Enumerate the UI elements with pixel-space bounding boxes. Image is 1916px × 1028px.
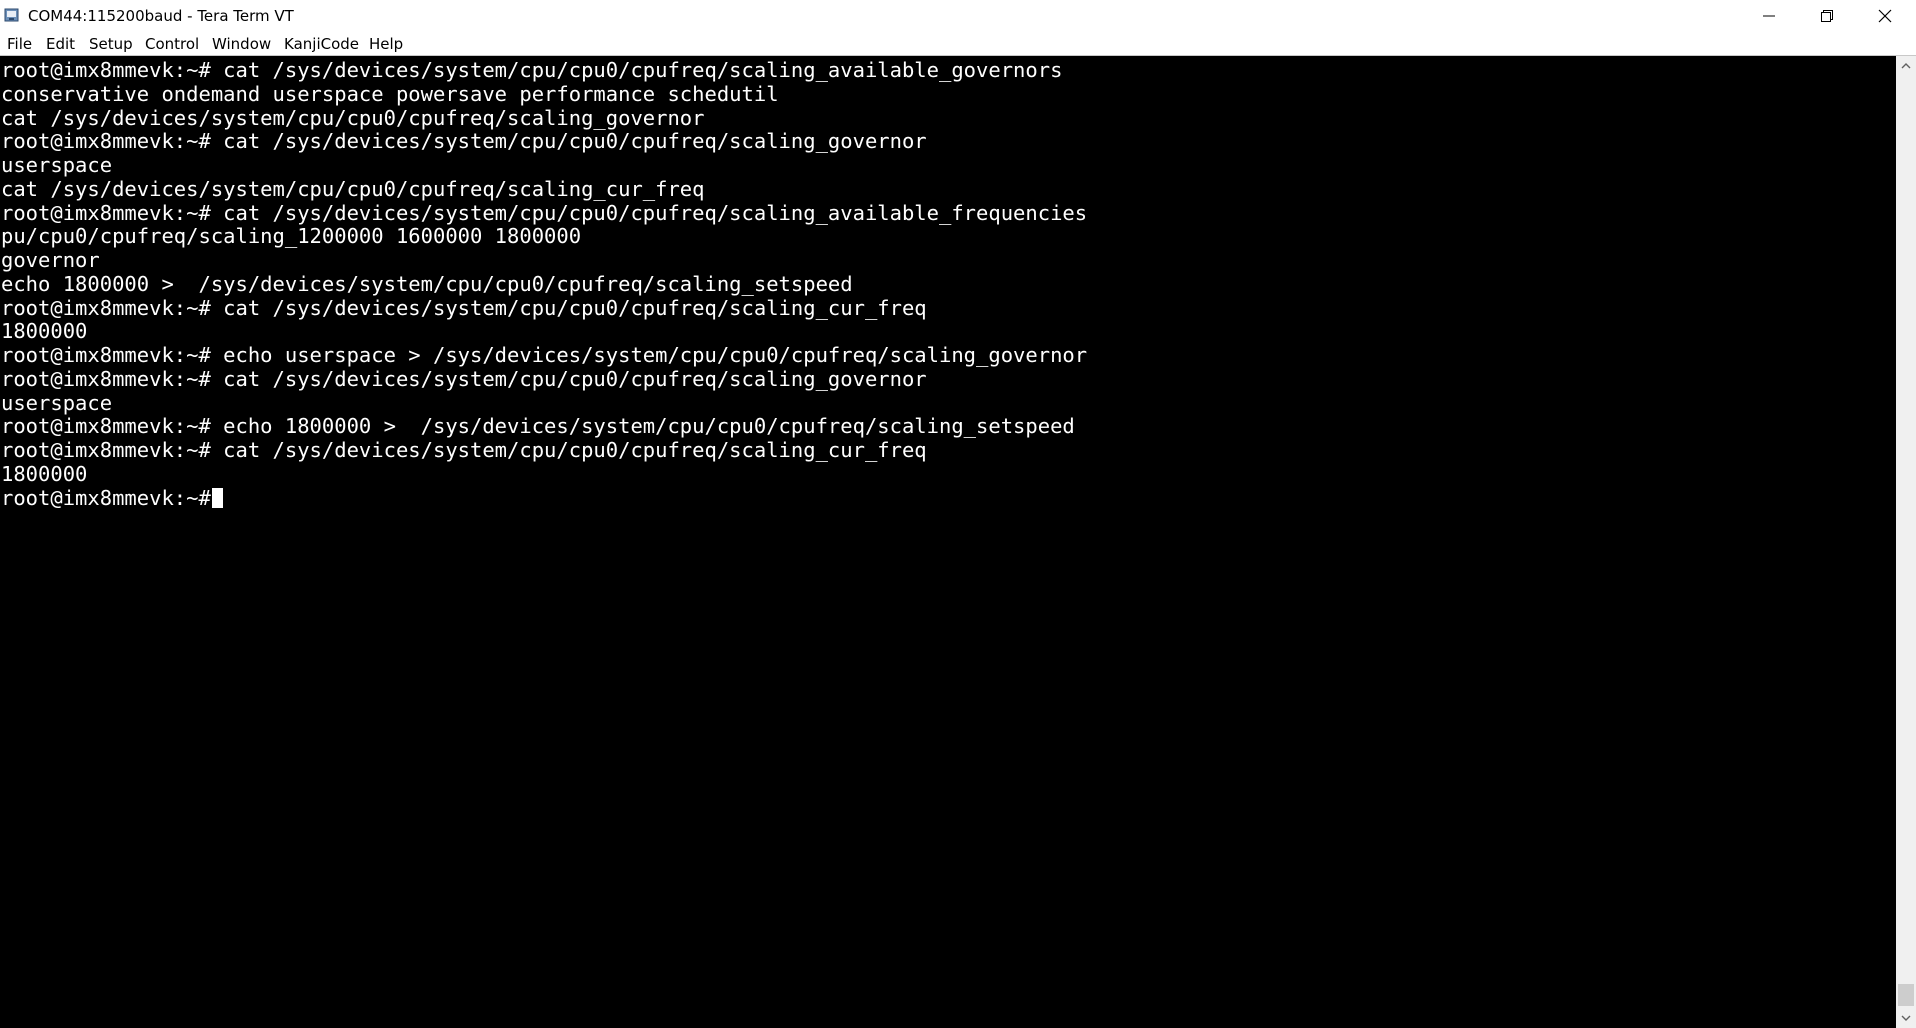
menu-bar: File Edit Setup Control Window KanjiCode… (0, 32, 1916, 56)
terminal-line: pu/cpu0/cpufreq/scaling_1200000 1600000 … (1, 224, 582, 248)
menu-kanjicode[interactable]: KanjiCode (284, 35, 359, 53)
restore-icon (1821, 10, 1833, 22)
terminal-line: cat /sys/devices/system/cpu/cpu0/cpufreq… (1, 177, 705, 201)
title-bar[interactable]: COM44:115200baud - Tera Term VT (0, 0, 1916, 32)
minimize-button[interactable] (1740, 0, 1798, 32)
vertical-scrollbar[interactable] (1896, 56, 1916, 1028)
menu-edit[interactable]: Edit (46, 35, 75, 53)
terminal-line: cat /sys/devices/system/cpu/cpu0/cpufreq… (1, 106, 705, 130)
terminal-line: 1800000 (1, 319, 88, 343)
chevron-down-icon (1901, 1015, 1911, 1021)
terminal-line: userspace (1, 153, 113, 177)
terminal-line: root@imx8mmevk:~# echo userspace > /sys/… (1, 343, 1088, 367)
terminal-line: root@imx8mmevk:~# cat /sys/devices/syste… (1, 367, 927, 391)
terminal-line: root@imx8mmevk:~# (1, 486, 211, 510)
terminal-line: 1800000 (1, 462, 88, 486)
tera-term-window: COM44:115200baud - Tera Term VT File Edi… (0, 0, 1916, 1028)
terminal-line: governor (1, 248, 100, 272)
minimize-icon (1763, 15, 1775, 17)
terminal-screen[interactable]: root@imx8mmevk:~# cat /sys/devices/syste… (0, 56, 1896, 1028)
chevron-up-icon (1901, 63, 1911, 69)
text-cursor (212, 488, 223, 508)
terminal-line: conservative ondemand userspace powersav… (1, 82, 779, 106)
terminal-line: root@imx8mmevk:~# cat /sys/devices/syste… (1, 58, 1063, 82)
menu-window[interactable]: Window (212, 35, 271, 53)
terminal-line: root@imx8mmevk:~# cat /sys/devices/syste… (1, 201, 1088, 225)
scroll-down-button[interactable] (1896, 1008, 1916, 1028)
menu-control[interactable]: Control (145, 35, 199, 53)
terminal-line: root@imx8mmevk:~# echo 1800000 > /sys/de… (1, 414, 1075, 438)
tera-term-icon[interactable] (4, 7, 20, 23)
window-title: COM44:115200baud - Tera Term VT (28, 7, 294, 25)
terminal-line: userspace (1, 391, 113, 415)
terminal-line: root@imx8mmevk:~# cat /sys/devices/syste… (1, 296, 927, 320)
terminal-line: echo 1800000 > /sys/devices/system/cpu/c… (1, 272, 853, 296)
menu-setup[interactable]: Setup (89, 35, 133, 53)
terminal-line: root@imx8mmevk:~# cat /sys/devices/syste… (1, 129, 927, 153)
restore-button[interactable] (1798, 0, 1856, 32)
menu-help[interactable]: Help (369, 35, 403, 53)
menu-file[interactable]: File (7, 35, 32, 53)
scroll-thumb[interactable] (1898, 984, 1914, 1006)
close-icon (1878, 9, 1892, 23)
terminal-line: root@imx8mmevk:~# cat /sys/devices/syste… (1, 438, 927, 462)
close-button[interactable] (1856, 0, 1914, 32)
scroll-up-button[interactable] (1896, 56, 1916, 76)
